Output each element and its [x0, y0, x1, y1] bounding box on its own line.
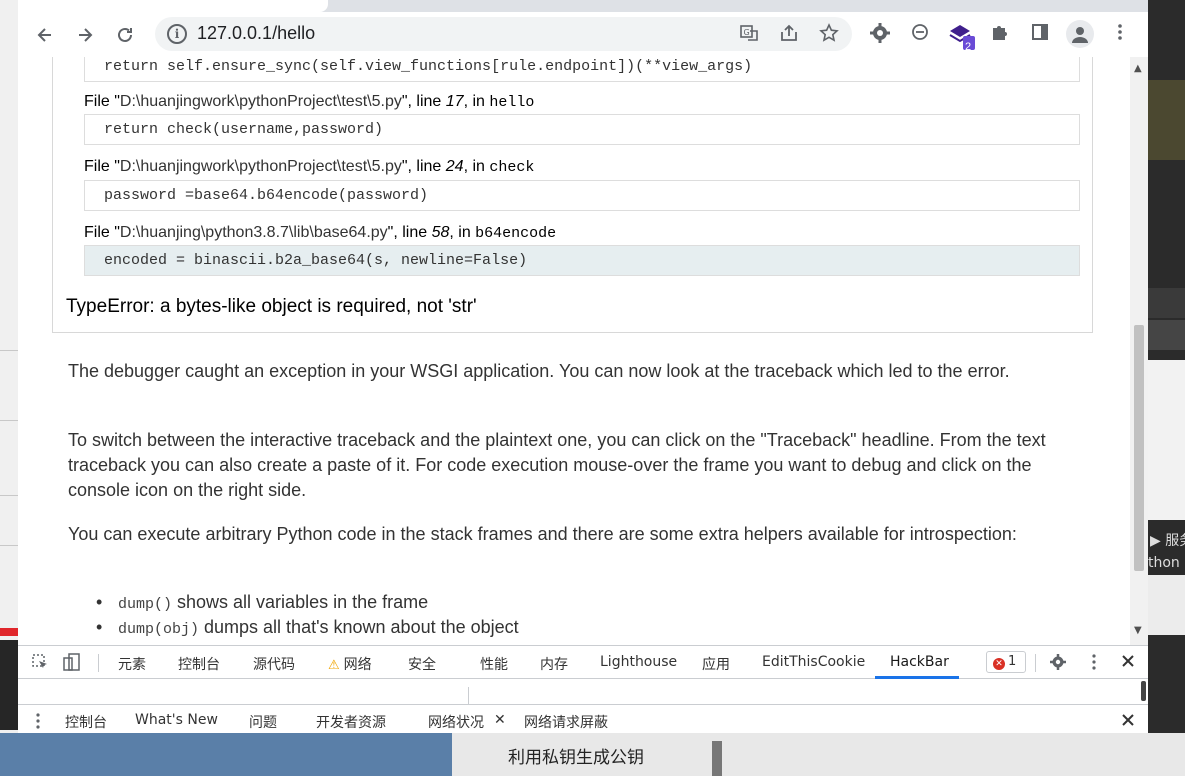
- frame-line-number: 58: [431, 224, 450, 241]
- frame-line-number: 24: [445, 158, 464, 175]
- devtools-tab-performance[interactable]: 性能: [480, 654, 508, 674]
- drawer-tab-issues[interactable]: 问题: [249, 712, 277, 732]
- devtools-more-icon[interactable]: [1084, 653, 1104, 673]
- inspect-element-icon[interactable]: [30, 653, 50, 673]
- drawer-tab-console[interactable]: 控制台: [65, 712, 107, 732]
- background-bottom-label: 利用私钥生成公钥: [508, 748, 644, 768]
- svg-text:G: G: [744, 28, 750, 37]
- frame-header: File "D:\huanjingwork\pythonProject\test…: [84, 158, 535, 176]
- settings-gear-icon[interactable]: [1048, 653, 1068, 673]
- devtools-tab-network[interactable]: ⚠ 网络: [328, 654, 372, 674]
- stack-extension-icon[interactable]: 2: [948, 22, 975, 53]
- url-text[interactable]: 127.0.0.1/hello: [197, 23, 315, 44]
- scroll-up-icon[interactable]: ▲: [1134, 63, 1142, 74]
- devtools-tab-console[interactable]: 控制台: [178, 654, 220, 674]
- frame-file: D:\huanjingwork\pythonProject\test\5.py: [119, 158, 402, 175]
- background-right-strip: ▶ 服务 thon: [1148, 0, 1185, 776]
- frame-header: File "D:\huanjingwork\pythonProject\test…: [84, 93, 535, 111]
- frame-function: hello: [489, 94, 535, 111]
- frame-header: File "D:\huanjing\python3.8.7\lib\base64…: [84, 224, 557, 242]
- address-bar[interactable]: i 127.0.0.1/hello G: [155, 17, 852, 51]
- reload-button[interactable]: [111, 21, 139, 49]
- exception-message: TypeError: a bytes-like object is requir…: [66, 296, 477, 317]
- devtools-panel: 元素 控制台 源代码 ⚠ 网络 安全 性能 内存 Lighthouse 应用 Ed…: [18, 645, 1148, 733]
- background-bottom-strip: 利用私钥生成公钥: [0, 733, 1185, 776]
- explanation-paragraph: To switch between the interactive traceb…: [68, 430, 1046, 500]
- drawer-tab-whats-new[interactable]: What's New: [135, 712, 218, 728]
- drawer-menu-icon[interactable]: [28, 712, 48, 732]
- translate-icon[interactable]: G: [738, 23, 760, 45]
- code-line[interactable]: password =base64.b64encode(password): [84, 180, 1080, 211]
- devtools-tab-application[interactable]: 应用: [702, 654, 730, 674]
- devtools-tab-memory[interactable]: 内存: [540, 654, 568, 674]
- panel-scrollbar[interactable]: [1141, 681, 1146, 701]
- background-right-text: ▶ 服务: [1150, 533, 1185, 549]
- reload-icon: [118, 27, 132, 42]
- more-menu-icon[interactable]: [1108, 22, 1132, 46]
- devtools-drawer: 控制台 What's New 问题 开发者资源 网络状况 ✕ 网络请求屏蔽: [18, 705, 1148, 733]
- frame-line-number: 17: [445, 93, 464, 110]
- gear-extension-icon[interactable]: [868, 22, 892, 46]
- browser-window: i 127.0.0.1/hello G 2 return self.ensure…: [18, 0, 1148, 733]
- devtools-tab-hackbar[interactable]: HackBar: [890, 654, 949, 670]
- devtools-tab-security[interactable]: 安全: [408, 654, 436, 674]
- devtools-tab-sources[interactable]: 源代码: [253, 654, 295, 674]
- warning-icon: ⚠: [328, 658, 340, 673]
- back-arrow-icon: [37, 28, 51, 42]
- puzzle-extensions-icon[interactable]: [988, 22, 1012, 46]
- scroll-down-icon[interactable]: ▼: [1134, 625, 1142, 636]
- extension-badge: 2: [965, 41, 972, 53]
- helper-code: dump(): [118, 596, 173, 613]
- scrollbar-thumb[interactable]: [1134, 325, 1144, 571]
- frame-function: b64encode: [475, 225, 557, 242]
- error-icon: ✕: [993, 658, 1005, 670]
- close-drawer-tab-icon[interactable]: ✕: [494, 712, 506, 728]
- list-item: dump() shows all variables in the frame: [96, 592, 428, 613]
- drawer-tab-network-conditions[interactable]: 网络状况: [428, 712, 484, 732]
- page-content: return self.ensure_sync(self.view_functi…: [18, 57, 1130, 645]
- forward-arrow-icon: [79, 28, 93, 42]
- devtools-tab-editthiscookie[interactable]: EditThisCookie: [762, 654, 865, 670]
- forward-button[interactable]: [71, 21, 99, 49]
- active-tab[interactable]: [18, 0, 328, 12]
- code-line-highlighted[interactable]: encoded = binascii.b2a_base64(s, newline…: [84, 245, 1080, 276]
- explanation-paragraph: You can execute arbitrary Python code in…: [68, 524, 1017, 544]
- code-line[interactable]: return self.ensure_sync(self.view_functi…: [84, 57, 1080, 82]
- block-extension-icon[interactable]: [908, 22, 932, 46]
- code-line[interactable]: return check(username,password): [84, 114, 1080, 145]
- list-item: dump(obj) dumps all that's known about t…: [96, 617, 519, 638]
- devtools-tab-lighthouse[interactable]: Lighthouse: [600, 654, 677, 670]
- frame-file: D:\huanjingwork\pythonProject\test\5.py: [119, 93, 402, 110]
- close-devtools-icon[interactable]: [1118, 653, 1138, 673]
- bookmark-star-icon[interactable]: [818, 23, 840, 45]
- device-toolbar-icon[interactable]: [62, 653, 82, 673]
- side-panel-icon[interactable]: [1028, 22, 1052, 46]
- explanation-paragraph: The debugger caught an exception in your…: [68, 361, 1010, 381]
- profile-avatar-icon[interactable]: [1066, 20, 1094, 48]
- share-icon[interactable]: [778, 23, 800, 45]
- close-drawer-icon[interactable]: [1118, 712, 1138, 732]
- drawer-tab-developer-resources[interactable]: 开发者资源: [316, 712, 386, 732]
- tab-strip: [18, 0, 1148, 12]
- browser-toolbar: i 127.0.0.1/hello G 2: [18, 12, 1148, 57]
- background-right-text-2: thon: [1148, 555, 1180, 571]
- devtools-tab-elements[interactable]: 元素: [118, 654, 146, 674]
- back-button[interactable]: [31, 21, 59, 49]
- background-left-strip: [0, 0, 18, 776]
- site-info-icon[interactable]: i: [167, 24, 187, 44]
- helper-code: dump(obj): [118, 621, 200, 638]
- frame-function: check: [489, 159, 535, 176]
- hackbar-panel: [18, 679, 1148, 705]
- page-scrollbar[interactable]: ▲ ▼: [1130, 57, 1148, 645]
- drawer-tab-network-blocking[interactable]: 网络请求屏蔽: [524, 712, 608, 732]
- frame-file: D:\huanjing\python3.8.7\lib\base64.py: [119, 224, 388, 241]
- devtools-tab-bar: 元素 控制台 源代码 ⚠ 网络 安全 性能 内存 Lighthouse 应用 Ed…: [18, 646, 1148, 679]
- error-count-badge[interactable]: ✕ 1: [986, 651, 1026, 673]
